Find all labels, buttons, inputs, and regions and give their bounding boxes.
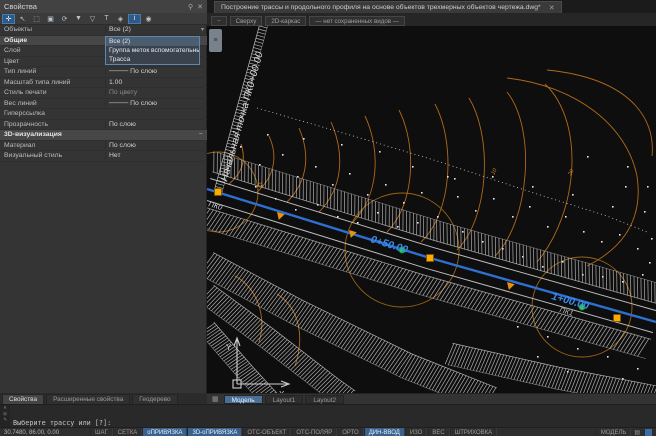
toggle-hatch[interactable]: ШТРИХОВКА — [450, 428, 497, 436]
tab-model[interactable]: Модель — [224, 395, 263, 404]
notification-square-icon[interactable] — [645, 429, 652, 436]
tab-properties[interactable]: Свойства — [2, 394, 44, 404]
toggle-ortho[interactable]: ОРТО — [337, 428, 363, 436]
refresh-selection-icon[interactable]: ⟳ — [58, 14, 71, 24]
viewport-controls: − Сверху 2D-каркас — нет сохраненных вид… — [211, 16, 408, 26]
subobject-icon[interactable]: ◈ — [114, 14, 127, 24]
close-panel-icon[interactable]: ✕ — [197, 3, 203, 11]
tab-geotree[interactable]: Геодерево — [132, 394, 177, 404]
toggle-snap[interactable]: ШАГ — [90, 428, 113, 436]
contour-label-20: 20 — [567, 168, 576, 178]
contour-label-15: 15 — [256, 181, 264, 189]
chevron-down-icon[interactable]: ▾ — [201, 26, 204, 33]
tab-layout2[interactable]: Layout2 — [305, 395, 344, 404]
document-tab[interactable]: Построение трассы и продольного профиля … — [214, 1, 562, 13]
multiselect-icon[interactable]: ✛ — [2, 14, 15, 24]
property-row-visualstyle[interactable]: Визуальный стиль Нет — [0, 151, 207, 162]
drawing-canvas[interactable]: Начальная точка ПК0+00.00 ПК0 0+50.00 1+… — [207, 26, 656, 400]
property-row-transparency[interactable]: Прозрачность По слою — [0, 120, 207, 131]
tab-layout1[interactable]: Layout1 — [265, 395, 304, 404]
toggle-3d-osnap[interactable]: 3D-оПРИВЯЗКА — [187, 428, 242, 436]
collapse-minus-icon[interactable]: − — [199, 131, 203, 138]
coordinates-readout: 30.7480, 86.00, 0.00 — [0, 428, 90, 436]
status-bar: 30.7480, 86.00, 0.00 ШАГ СЕТКА оПРИВЯЗКА… — [0, 427, 656, 436]
viewport-visual-style-button[interactable]: 2D-каркас — [265, 16, 306, 26]
edit-icon[interactable]: ✎ — [3, 417, 6, 423]
property-row-material[interactable]: Материал По слою — [0, 141, 207, 152]
cursor-icon[interactable]: ↖ — [16, 14, 29, 24]
toggle-osnap[interactable]: оПРИВЯЗКА — [142, 428, 187, 436]
filter-clear-icon[interactable]: ▽ — [86, 14, 99, 24]
properties-toolbar: ✛ ↖ ⬚ ▣ ⟳ ▼ ▽ T ◈ i ◉ — [0, 13, 207, 25]
property-row-objects[interactable]: Объекты Все (2) ▾ — [0, 25, 207, 36]
property-row-hyperlink[interactable]: Гиперссылка — [0, 109, 207, 120]
viewport-view-button[interactable]: Сверху — [230, 16, 263, 26]
pin-icon[interactable]: ⚲ — [188, 3, 193, 11]
viewport-saved-views-button[interactable]: — нет сохраненных видов — — [309, 16, 405, 26]
pk0-label: ПК0 — [207, 199, 224, 212]
filter-icon[interactable]: ▼ — [72, 14, 85, 24]
window-select-icon[interactable]: ⬚ — [30, 14, 43, 24]
text-filter-icon[interactable]: T — [100, 14, 113, 24]
survey-points — [233, 131, 653, 380]
dropdown-item-all[interactable]: Все (2) — [106, 37, 199, 46]
property-row-linetype[interactable]: Тип линий ──── По слою — [0, 67, 207, 78]
close-tab-icon[interactable]: ✕ — [549, 4, 555, 12]
workspace-icon[interactable]: ▤ — [634, 429, 640, 436]
toggle-otrack-object[interactable]: ОТС-ОБЪЕКТ — [242, 428, 291, 436]
property-row-lineweight[interactable]: Вес линий ──── По слою — [0, 99, 207, 110]
canvas-widget[interactable]: ≡ — [209, 29, 222, 52]
command-line-gutter: ✕ ◎ ✎ — [0, 405, 10, 428]
command-line[interactable]: ✕ ◎ ✎ Выберите трассу или [?]: Применить… — [0, 404, 656, 427]
contour-label-10: 10 — [490, 167, 499, 176]
property-row-ltscale[interactable]: Масштаб типа линий 1.00 — [0, 78, 207, 89]
objects-dropdown-list: Все (2) Группа меток вспомогательных пик… — [105, 36, 200, 65]
crossing-select-icon[interactable]: ▣ — [44, 14, 57, 24]
survey-boundary-dotted-line — [257, 108, 647, 232]
application-window: Построение трассы и продольного профиля … — [0, 0, 656, 436]
document-title: Построение трассы и продольного профиля … — [221, 4, 541, 11]
properties-panel-title: Свойства — [4, 2, 37, 11]
properties-panel-titlebar: Свойства ⚲ ✕ — [0, 0, 207, 13]
toggle-otrack-polar[interactable]: ОТС-ПОЛЯР — [291, 428, 337, 436]
toggle-grid[interactable]: СЕТКА — [113, 428, 143, 436]
layout-tab-bar: ▦ Модель Layout1 Layout2 — [207, 393, 656, 404]
settings-icon[interactable]: ◉ — [142, 14, 155, 24]
slope-hatch-bands — [207, 26, 656, 400]
toggle-dyn-input[interactable]: ДИН-ВВОД — [364, 428, 405, 436]
panel-tab-bar: Свойства Расширенные свойства Геодерево — [0, 393, 207, 404]
ucs-y-label: Y — [226, 343, 232, 352]
dropdown-item-trace[interactable]: Трасса — [106, 55, 199, 64]
property-row-plotstyle[interactable]: Стиль печати По цвету — [0, 88, 207, 99]
section-header-3d-visualization[interactable]: 3D-визуализация − — [0, 130, 207, 141]
dropdown-item-picket-group[interactable]: Группа меток вспомогательных пикетов тра… — [106, 46, 199, 55]
info-icon[interactable]: i — [128, 14, 141, 24]
mode-indicator[interactable]: МОДЕЛЬ — [596, 428, 631, 436]
document-tab-bar: Построение трассы и продольного профиля … — [207, 0, 656, 13]
toggle-lineweight[interactable]: ВЕС — [427, 428, 449, 436]
layout-menu-icon[interactable]: ▦ — [212, 395, 219, 403]
viewport-collapse-button[interactable]: − — [211, 16, 227, 26]
toggle-iso[interactable]: ИЗО — [405, 428, 428, 436]
tab-extended-properties[interactable]: Расширенные свойства — [46, 394, 130, 404]
